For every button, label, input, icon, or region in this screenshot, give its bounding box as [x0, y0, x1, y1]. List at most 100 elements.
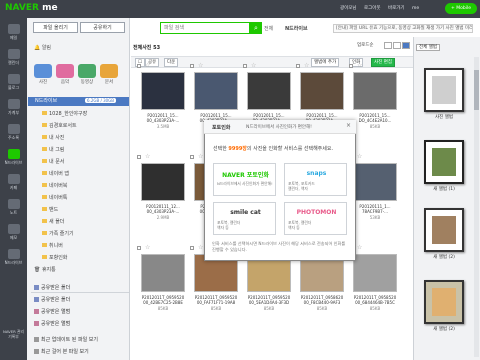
star-icon[interactable]: ☆: [251, 62, 256, 69]
list-view-icon[interactable]: [384, 42, 392, 49]
download-tool-button[interactable]: 다운: [164, 58, 179, 67]
grid-view-icon[interactable]: [393, 42, 401, 49]
rail-item-contacts[interactable]: 주소록: [2, 122, 25, 144]
photo-thumbnail[interactable]: [300, 72, 344, 110]
folder-item[interactable]: 내 사진: [42, 134, 64, 141]
star-icon[interactable]: ☆: [357, 62, 362, 69]
photo-thumbnail[interactable]: [141, 72, 185, 110]
category-shared-album[interactable]: 공유받은 앨범: [34, 308, 70, 315]
photo-thumbnail[interactable]: [247, 72, 291, 110]
close-icon[interactable]: ×: [346, 122, 351, 129]
folder-item[interactable]: 네이버툭: [42, 194, 67, 201]
search-input[interactable]: [161, 23, 249, 33]
rail-item-cafe[interactable]: 카페: [2, 172, 25, 194]
file-name[interactable]: P20120111_12... 00_4303P23A-...: [139, 204, 187, 214]
scrollbar-thumb[interactable]: [474, 70, 479, 110]
folder-item[interactable]: 1028_한인야구장: [42, 110, 87, 117]
folder-item[interactable]: 내 그림: [42, 146, 64, 153]
file-checkbox[interactable]: [296, 64, 300, 68]
file-name[interactable]: P20120111_1... 78ACF9B7-...: [351, 204, 399, 214]
photo-thumbnail[interactable]: [353, 72, 397, 110]
star-icon[interactable]: ☆: [357, 244, 362, 251]
service-snaps[interactable]: snaps 포토북, 포토카드 캘린더, 액자: [284, 163, 347, 196]
folder-item[interactable]: 밴드: [42, 206, 58, 213]
rail-item-ndrive-2[interactable]: N드라이브: [2, 247, 25, 269]
file-checkbox[interactable]: [243, 64, 247, 68]
folder-item[interactable]: 포항인화: [42, 254, 67, 261]
star-icon[interactable]: ☆: [145, 153, 150, 160]
rail-item-note[interactable]: 노트: [2, 197, 25, 219]
star-icon[interactable]: ☆: [145, 62, 150, 69]
file-name[interactable]: P2012011T_0959520 00_FAF71F71-19A8: [192, 295, 240, 305]
file-name[interactable]: P2012011T_0958520 00_6844464B-7B5C: [351, 295, 399, 305]
album-cover[interactable]: [424, 68, 464, 112]
rail-item-calendar[interactable]: 캘린더: [2, 47, 25, 69]
album-cover[interactable]: [424, 280, 464, 324]
rail-item-ledger[interactable]: 가계부: [2, 97, 25, 119]
quick-photo-icon[interactable]: [34, 64, 52, 78]
category-shared-folder-2[interactable]: 공유받은 폴더: [34, 296, 70, 303]
star-icon[interactable]: ☆: [145, 244, 150, 251]
file-name[interactable]: P2012011T_0959520 00_5EA1D4A4-3F3D: [245, 295, 293, 305]
file-checkbox[interactable]: [137, 155, 141, 159]
nav-me[interactable]: me: [412, 6, 419, 11]
file-name[interactable]: P2012011_15...00_4303P23A-...: [139, 113, 187, 123]
trash-item[interactable]: 🗑 휴지통: [34, 266, 56, 273]
thumb-view-icon[interactable]: [402, 42, 410, 49]
photo-thumbnail[interactable]: [141, 163, 185, 201]
folder-item[interactable]: 네이버 앱: [42, 170, 69, 177]
rail-item-memo[interactable]: 메모: [2, 222, 25, 244]
rail-bottom-label[interactable]: NAVER 관리기록부: [2, 329, 25, 339]
quick-music-icon[interactable]: [56, 64, 74, 78]
search-box[interactable]: [160, 22, 250, 34]
photo-edit-button[interactable]: 사진 편집: [371, 58, 395, 67]
file-name[interactable]: P2012011T_0959520 00_42BE7C25-2B8E: [139, 295, 187, 305]
search-icon[interactable]: ⌕: [250, 22, 262, 34]
share-button[interactable]: 공유하기: [80, 22, 125, 33]
file-checkbox[interactable]: [190, 246, 194, 250]
nav-logout[interactable]: 로그아웃: [364, 6, 381, 11]
upload-button[interactable]: 파일 올리기: [33, 22, 78, 33]
photo-thumbnail[interactable]: [353, 254, 397, 292]
add-to-album-button[interactable]: 앨범에 추가: [311, 58, 340, 67]
quick-video-icon[interactable]: [78, 64, 96, 78]
nav-shortcut[interactable]: 바로가기: [388, 6, 405, 11]
nav-user[interactable]: 광이모님: [340, 6, 357, 11]
folder-item[interactable]: 취니버: [42, 242, 63, 249]
quick-document-icon[interactable]: [100, 64, 118, 78]
file-checkbox[interactable]: [349, 64, 353, 68]
rail-item-mail[interactable]: 메일: [2, 22, 25, 44]
sort-select[interactable]: 업로드순: [357, 42, 374, 48]
star-icon[interactable]: ☆: [304, 62, 309, 69]
folder-item[interactable]: 네이버북: [42, 182, 67, 189]
star-icon[interactable]: ☆: [198, 62, 203, 69]
service-naver-photo[interactable]: NAVER 포토인화 N드라이브에서 사진인화가 편안해!: [213, 163, 276, 196]
file-name[interactable]: P2012011T_0958620 00_F8CB440-9AF3: [298, 295, 346, 305]
folder-item[interactable]: 김경호로서트: [42, 122, 77, 129]
photo-thumbnail[interactable]: [141, 254, 185, 292]
file-checkbox[interactable]: [190, 64, 194, 68]
search-scope-select[interactable]: 전체: [264, 25, 273, 32]
service-smilecat[interactable]: smile cat 포토북, 캘린더 액자 등: [213, 202, 276, 235]
service-photomon[interactable]: PHOTOMON 포토북, 캘린더 액자 등: [284, 202, 347, 235]
folder-item[interactable]: 새 폴더: [42, 218, 64, 225]
file-checkbox[interactable]: [137, 64, 141, 68]
album-cover[interactable]: [424, 140, 464, 184]
notice-banner[interactable]: [안내] 파일 URL 유효 기능으로, 동영상 고화질 재생 가기 사진 앨범…: [333, 24, 473, 33]
star-icon[interactable]: ☆: [357, 153, 362, 160]
album-cover[interactable]: [424, 208, 464, 252]
category-recent-updated[interactable]: 최근 업데이트 된 파일 보기: [34, 336, 98, 343]
folder-item[interactable]: 가족 즐기기: [42, 230, 74, 237]
naver-me-logo[interactable]: NAVER me: [5, 3, 58, 13]
photo-thumbnail[interactable]: [353, 163, 397, 201]
folder-item[interactable]: 내 문서: [42, 158, 64, 165]
album-panel-title[interactable]: 전체 앨범: [416, 44, 440, 51]
rail-item-blog[interactable]: 블로그: [2, 72, 25, 94]
file-checkbox[interactable]: [137, 246, 141, 250]
file-checkbox[interactable]: [190, 155, 194, 159]
alarm-link[interactable]: 🔔 알림: [34, 44, 51, 51]
category-shared-folder[interactable]: 공유받은 폴더: [34, 284, 70, 291]
category-recent-viewed[interactable]: 최근 걸어 본 파일 보기: [34, 348, 89, 355]
star-icon[interactable]: ☆: [198, 153, 203, 160]
category-shared-album-2[interactable]: 공유받은 앨범: [34, 320, 70, 327]
